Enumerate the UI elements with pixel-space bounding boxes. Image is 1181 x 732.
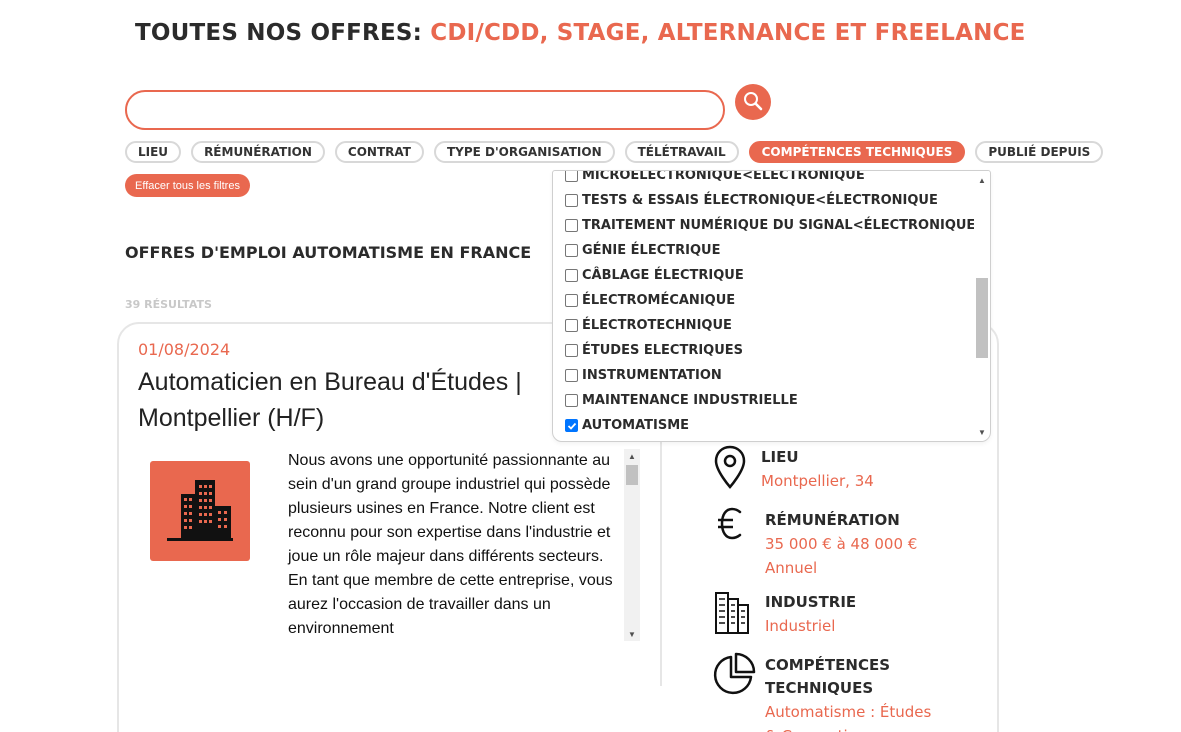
option-tests-essais[interactable]: TESTS & ESSAIS ÉLECTRONIQUE<ÉLECTRONIQUE xyxy=(565,188,975,213)
description-scrollbar[interactable]: ▲ ▼ xyxy=(624,449,640,641)
option-label: ÉTUDES ELECTRIQUES xyxy=(582,343,744,358)
option-label: INSTRUMENTATION xyxy=(582,368,722,383)
filter-teletravail[interactable]: TÉLÉTRAVAIL xyxy=(624,141,739,163)
search-input[interactable] xyxy=(125,90,725,130)
option-label: MICROELECTRONIQUE<ELECTRONIQUE xyxy=(582,170,865,183)
salary-label: RÉMUNÉRATION xyxy=(765,511,900,529)
scroll-up-arrow[interactable]: ▲ xyxy=(974,173,990,187)
job-description-text: Nous avons une opportunité passionnante … xyxy=(288,452,613,637)
checkbox[interactable] xyxy=(565,369,578,382)
job-description[interactable]: Nous avons une opportunité passionnante … xyxy=(288,449,640,641)
filter-lieu[interactable]: LIEU xyxy=(125,141,182,163)
location-pin-icon xyxy=(713,444,747,495)
competences-dropdown[interactable]: MICROELECTRONIQUE<ELECTRONIQUE TESTS & E… xyxy=(552,170,991,442)
option-label: ÉLECTROMÉCANIQUE xyxy=(582,293,736,308)
section-title: OFFRES D'EMPLOI AUTOMATISME EN FRANCE xyxy=(125,243,532,262)
industry-info: INDUSTRIE Industriel xyxy=(765,591,856,638)
scroll-down-arrow[interactable]: ▼ xyxy=(974,425,990,439)
option-etudes-electriques[interactable]: ÉTUDES ELECTRIQUES xyxy=(565,338,975,363)
industry-value: Industriel xyxy=(765,617,836,635)
scroll-up-arrow[interactable]: ▲ xyxy=(624,449,640,463)
euro-icon xyxy=(716,506,746,547)
results-count: 39 RÉSULTATS xyxy=(125,298,212,311)
search-button[interactable] xyxy=(735,84,771,120)
option-traitement-signal[interactable]: TRAITEMENT NUMÉRIQUE DU SIGNAL<ÉLECTRONI… xyxy=(565,213,975,238)
option-label: CÂBLAGE ÉLECTRIQUE xyxy=(582,268,744,283)
checkbox[interactable] xyxy=(565,394,578,407)
skills-value-line1: Automatisme : Études xyxy=(765,703,932,721)
location-label: LIEU xyxy=(761,448,799,466)
checkbox[interactable] xyxy=(565,244,578,257)
location-info: LIEU Montpellier, 34 xyxy=(761,446,874,493)
filter-contrat[interactable]: CONTRAT xyxy=(334,141,424,163)
skills-value-line2: & Conception xyxy=(765,724,931,732)
filter-remuneration[interactable]: RÉMUNÉRATION xyxy=(191,141,325,163)
page-title-prefix: TOUTES NOS OFFRES: xyxy=(135,20,423,46)
company-logo xyxy=(150,461,250,561)
scrollbar-thumb[interactable] xyxy=(626,465,638,485)
option-maintenance-industrielle[interactable]: MAINTENANCE INDUSTRIELLE xyxy=(565,388,975,413)
card-divider xyxy=(660,440,662,686)
checkbox[interactable] xyxy=(565,171,578,182)
checkbox[interactable] xyxy=(565,344,578,357)
option-label: TESTS & ESSAIS ÉLECTRONIQUE<ÉLECTRONIQUE xyxy=(582,193,938,208)
page-title-accent: CDI/CDD, STAGE, ALTERNANCE ET FREELANCE xyxy=(430,20,1026,46)
page-title: TOUTES NOS OFFRES: CDI/CDD, STAGE, ALTER… xyxy=(135,20,1026,46)
scrollbar-thumb[interactable] xyxy=(976,278,988,358)
salary-info: RÉMUNÉRATION 35 000 € à 48 000 € Annuel xyxy=(765,509,917,580)
filter-competences-techniques[interactable]: COMPÉTENCES TECHNIQUES xyxy=(748,141,966,163)
industry-building-icon xyxy=(713,589,751,640)
clear-filters-button[interactable]: Effacer tous les filtres xyxy=(125,174,250,197)
filter-bar: LIEU RÉMUNÉRATION CONTRAT TYPE D'ORGANIS… xyxy=(125,141,1104,163)
filter-publie-depuis[interactable]: PUBLIÉ DEPUIS xyxy=(975,141,1104,163)
option-label: AUTOMATISME xyxy=(582,418,690,433)
checkbox-checked[interactable] xyxy=(565,419,578,432)
salary-period: Annuel xyxy=(765,559,818,577)
option-label: GÉNIE ÉLECTRIQUE xyxy=(582,243,721,258)
skills-label-line2: TECHNIQUES xyxy=(765,679,874,697)
option-microelectronique[interactable]: MICROELECTRONIQUE<ELECTRONIQUE xyxy=(565,170,975,188)
industry-label: INDUSTRIE xyxy=(765,593,857,611)
option-automatisme[interactable]: AUTOMATISME xyxy=(565,413,975,438)
checkmark-icon xyxy=(567,422,576,430)
option-genie-electrique[interactable]: GÉNIE ÉLECTRIQUE xyxy=(565,238,975,263)
option-instrumentation[interactable]: INSTRUMENTATION xyxy=(565,363,975,388)
checkbox[interactable] xyxy=(565,269,578,282)
job-date: 01/08/2024 xyxy=(138,340,231,359)
option-label: ÉLECTROTECHNIQUE xyxy=(582,318,732,333)
checkbox[interactable] xyxy=(565,319,578,332)
dropdown-scrollbar[interactable]: ▲ ▼ xyxy=(974,171,989,441)
checkbox[interactable] xyxy=(565,219,578,232)
option-label: MAINTENANCE INDUSTRIELLE xyxy=(582,393,798,408)
competences-list: MICROELECTRONIQUE<ELECTRONIQUE TESTS & E… xyxy=(565,170,975,438)
option-electrotechnique[interactable]: ÉLECTROTECHNIQUE xyxy=(565,313,975,338)
scroll-down-arrow[interactable]: ▼ xyxy=(624,627,640,641)
skills-label-line1: COMPÉTENCES xyxy=(765,656,891,674)
option-cablage-electrique[interactable]: CÂBLAGE ÉLECTRIQUE xyxy=(565,263,975,288)
option-electromecanique[interactable]: ÉLECTROMÉCANIQUE xyxy=(565,288,975,313)
pie-chart-icon xyxy=(710,652,756,703)
skills-info: COMPÉTENCES TECHNIQUES Automatisme : Étu… xyxy=(765,654,931,732)
filter-type-organisation[interactable]: TYPE D'ORGANISATION xyxy=(433,141,615,163)
salary-value: 35 000 € à 48 000 € xyxy=(765,535,918,553)
checkbox[interactable] xyxy=(565,294,578,307)
search-icon xyxy=(742,90,764,115)
job-title-link[interactable]: Automaticien en Bureau d'Études | Montpe… xyxy=(138,364,558,436)
building-icon xyxy=(165,476,235,547)
checkbox[interactable] xyxy=(565,194,578,207)
option-label: TRAITEMENT NUMÉRIQUE DU SIGNAL<ÉLECTRONI… xyxy=(582,218,976,233)
location-value: Montpellier, 34 xyxy=(761,472,874,490)
